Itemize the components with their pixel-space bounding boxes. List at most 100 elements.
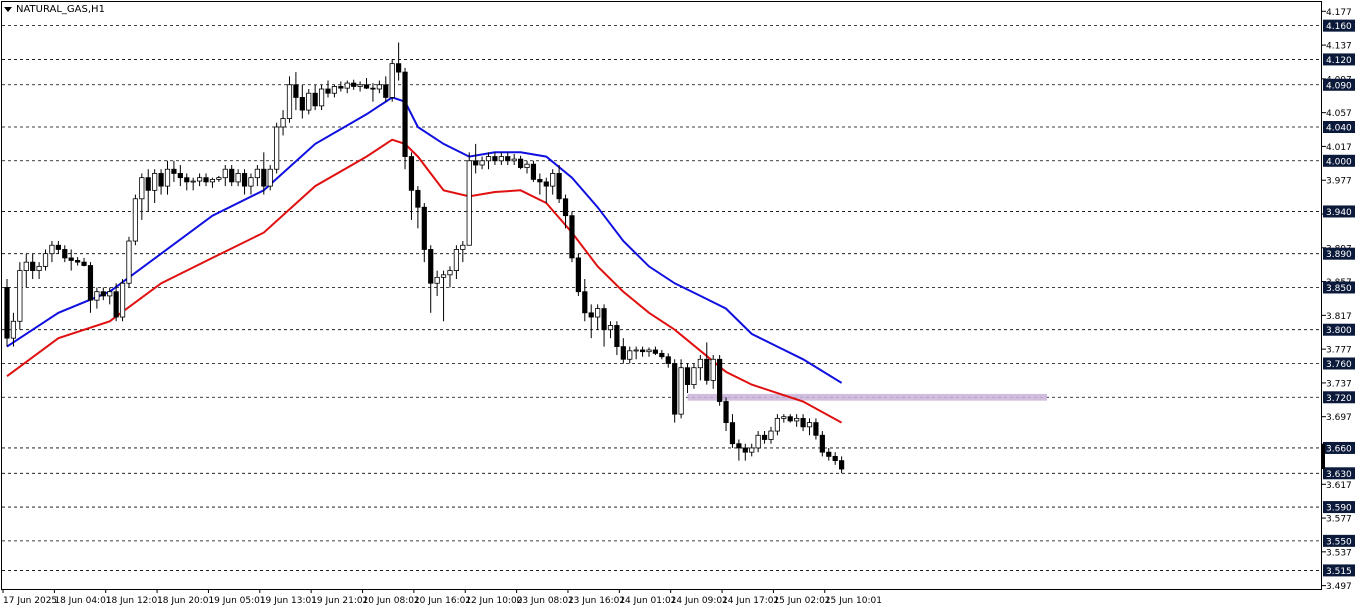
candle-body — [537, 178, 543, 183]
candle-body — [229, 168, 235, 183]
level-price-label: 3.630 — [1326, 470, 1352, 480]
y-tick-label: 3.537 — [1326, 548, 1352, 558]
x-tick-label: 18 Jun 12:01 — [106, 596, 163, 606]
candle-body — [774, 417, 781, 432]
y-tick-label: 4.057 — [1326, 109, 1352, 119]
y-tick-label: 3.737 — [1326, 379, 1352, 389]
candle-body — [447, 270, 453, 276]
candle-body — [274, 126, 280, 170]
candle-body — [100, 291, 106, 297]
candle-body — [396, 63, 402, 73]
level-price-label: 3.760 — [1326, 360, 1352, 370]
candle-body — [10, 320, 17, 339]
x-tick-label: 24 Jun 09:01 — [671, 596, 728, 606]
candle-body — [627, 350, 633, 360]
level-price-label: 3.660 — [1326, 444, 1352, 454]
candle-body — [158, 173, 164, 187]
chart-title: NATURAL_GAS,H1 — [16, 4, 105, 15]
y-tick-label: 3.697 — [1326, 413, 1352, 423]
candle-body — [36, 265, 42, 271]
candle-body — [434, 276, 440, 284]
level-price-label: 4.000 — [1326, 157, 1352, 167]
candle-body — [370, 87, 376, 90]
candle-body — [30, 261, 36, 271]
level-price-label: 3.800 — [1326, 326, 1352, 336]
level-price-label: 3.890 — [1326, 250, 1352, 260]
candle-body — [530, 163, 537, 180]
candle-body — [402, 71, 408, 157]
candle-body — [222, 168, 228, 179]
x-tick-label: 23 Jun 16:01 — [568, 596, 625, 606]
candle-body — [717, 358, 723, 402]
candle-body — [261, 168, 267, 187]
candle-body — [652, 349, 659, 354]
candle-body — [216, 177, 222, 180]
highlight-zone — [687, 393, 1048, 401]
candle-body — [575, 257, 581, 293]
candle-body — [614, 325, 620, 347]
candle-body — [518, 158, 524, 168]
candle-body — [293, 84, 299, 98]
candle-body — [800, 417, 806, 428]
candle-body — [177, 173, 183, 179]
candle-body — [633, 349, 639, 352]
y-tick-label: 4.177 — [1326, 8, 1352, 18]
candle — [672, 359, 678, 423]
candle-body — [569, 215, 575, 259]
x-tick-label: 24 Jun 17:01 — [722, 596, 779, 606]
x-tick-label: 19 Jun 05:01 — [208, 596, 265, 606]
candle-body — [55, 244, 61, 250]
candle-body — [806, 422, 813, 428]
candle-body — [184, 177, 190, 183]
x-tick-label: 23 Jun 08:01 — [517, 596, 574, 606]
candle-body — [241, 173, 248, 187]
candle-body — [505, 156, 511, 162]
candle-body — [286, 84, 293, 119]
candle-body — [781, 416, 787, 419]
candle-body — [601, 308, 607, 331]
candle-body — [267, 168, 273, 187]
y-tick-label: 3.977 — [1326, 177, 1352, 187]
candle — [530, 160, 537, 182]
chart-title-box[interactable]: NATURAL_GAS,H1 — [4, 4, 105, 15]
candle — [717, 355, 723, 406]
candle-body — [376, 84, 382, 90]
candle-body — [832, 455, 838, 462]
candle-body — [543, 181, 549, 187]
chevron-down-icon — [4, 7, 12, 12]
candle-body — [787, 416, 793, 422]
candle-body — [556, 173, 562, 200]
candle-body — [164, 168, 171, 187]
level-price-label: 3.590 — [1326, 504, 1352, 514]
candle-body — [428, 249, 434, 284]
candle-body — [190, 180, 196, 183]
candle-body — [363, 84, 370, 89]
candle-body — [318, 88, 325, 107]
candle-body — [389, 63, 395, 98]
level-price-label: 3.550 — [1326, 537, 1352, 547]
candle-body — [755, 434, 761, 449]
candle — [402, 67, 408, 170]
y-tick-label: 3.577 — [1326, 515, 1352, 525]
candle-body — [479, 160, 485, 166]
candle-body — [440, 274, 447, 278]
y-tick-label: 3.497 — [1326, 582, 1352, 592]
candle-body — [607, 325, 614, 331]
candle-body — [691, 367, 697, 386]
x-tick-label: 17 Jun 2025 — [3, 596, 57, 606]
candle-body — [68, 257, 74, 261]
candle-body — [646, 349, 652, 353]
candle-body — [659, 352, 665, 358]
candle-body — [338, 86, 344, 89]
candle-body — [357, 84, 363, 87]
y-tick-label: 3.817 — [1326, 312, 1352, 322]
candle-body — [132, 198, 138, 242]
candle-body — [280, 118, 286, 128]
candle-body — [684, 367, 691, 386]
candle-body — [421, 206, 427, 250]
candle-body — [325, 88, 331, 94]
candle-body — [49, 244, 55, 255]
candle-body — [331, 86, 338, 94]
x-tick-label: 22 Jun 10:00 — [465, 596, 522, 606]
candle-body — [826, 451, 832, 457]
